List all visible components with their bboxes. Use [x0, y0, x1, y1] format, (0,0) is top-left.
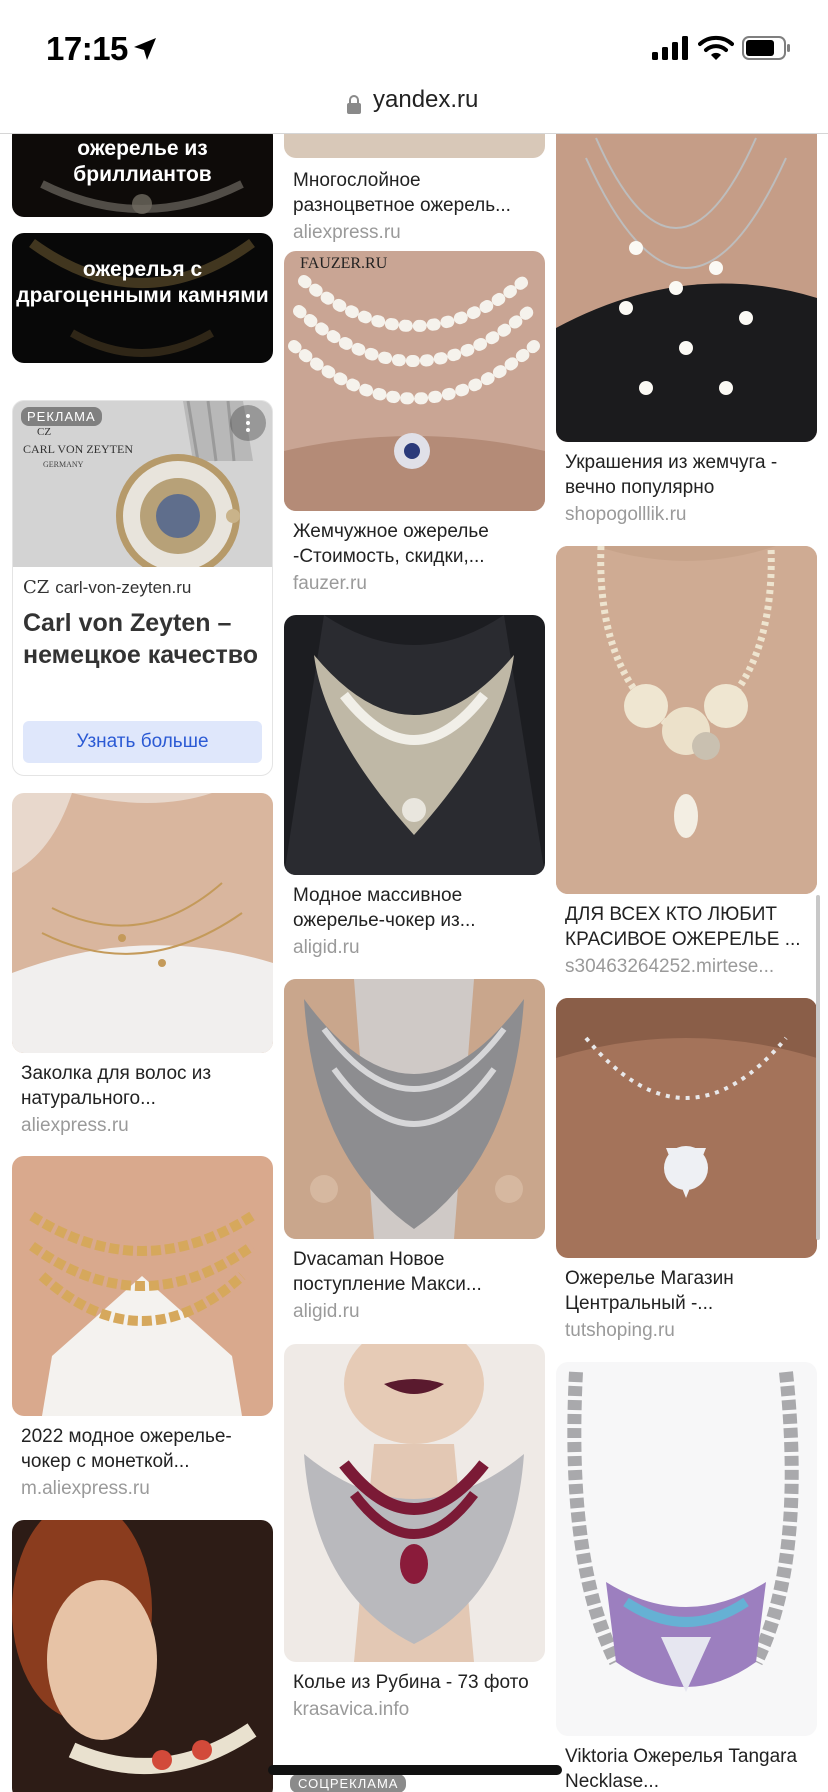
- status-bar: 17:15: [0, 0, 828, 84]
- battery-icon: [742, 36, 790, 60]
- result-image: [556, 134, 817, 442]
- brand-logo-icon: CZ: [23, 577, 50, 598]
- result-domain[interactable]: krasavica.info: [293, 1697, 539, 1722]
- cellular-signal-icon: [652, 36, 688, 60]
- result-caption: ДЛЯ ВСЕХ КТО ЛЮБИТ КРАСИВОЕ ОЖЕРЕЛЬЕ ...…: [565, 902, 811, 979]
- result-title[interactable]: 2022 модное ожерелье-чокер с монеткой...: [21, 1424, 267, 1474]
- result-domain[interactable]: m.aliexpress.ru: [21, 1476, 267, 1501]
- more-options-button[interactable]: [230, 405, 266, 441]
- result-title[interactable]: Ожерелье Магазин Центральный -...: [565, 1266, 811, 1316]
- ad-badge: РЕКЛАМА: [21, 407, 102, 426]
- result-caption: Модное массивное ожерелье-чокер из... al…: [293, 883, 539, 960]
- ad-title[interactable]: Carl von Zeyten – немецкое качество: [23, 607, 263, 671]
- result-domain[interactable]: aliexpress.ru: [293, 220, 539, 245]
- result-image: [12, 1156, 273, 1416]
- result-caption: Украшения из жемчуга - вечно популярно s…: [565, 450, 811, 527]
- result-image: [284, 134, 545, 158]
- result-domain[interactable]: fauzer.ru: [293, 571, 539, 596]
- result-domain[interactable]: shopogolllik.ru: [565, 502, 811, 527]
- status-time: 17:15: [46, 30, 128, 67]
- result-caption: 2022 модное ожерелье-чокер с монеткой...…: [21, 1424, 267, 1501]
- result-domain[interactable]: s30463264252.mirtese...: [565, 954, 811, 979]
- result-domain[interactable]: aliexpress.ru: [21, 1113, 267, 1138]
- result-title[interactable]: Многослойное разноцветное ожерель...: [293, 168, 539, 218]
- result-image: [284, 979, 545, 1239]
- image-watermark: FAUZER.RU: [300, 255, 388, 272]
- result-image: [284, 251, 545, 511]
- result-caption: Ожерелье Магазин Центральный -... tutsho…: [565, 1266, 811, 1343]
- svg-text:CZ: CZ: [37, 426, 51, 438]
- result-domain[interactable]: tutshoping.ru: [565, 1318, 811, 1343]
- result-image: [284, 615, 545, 875]
- result-title[interactable]: ДЛЯ ВСЕХ КТО ЛЮБИТ КРАСИВОЕ ОЖЕРЕЛЬЕ ...: [565, 902, 811, 952]
- result-image: [556, 546, 817, 894]
- ad-domain[interactable]: CZ carl-von-zeyten.ru: [23, 577, 191, 598]
- result-image: [556, 1362, 817, 1736]
- tile-label: ожерелья с драгоценными камнями: [16, 258, 269, 307]
- ad-card[interactable]: CZ CARL VON ZEYTEN GERMANY РЕКЛАМА CZ car…: [12, 400, 273, 776]
- result-caption: Заколка для волос из натурального... ali…: [21, 1061, 267, 1138]
- result-image: [556, 998, 817, 1258]
- image-results-feed: ожерелье из бриллиантов ожерелья с драго…: [0, 134, 828, 1792]
- result-caption: Dvacaman Новое поступление Макси... alig…: [293, 1247, 539, 1324]
- home-indicator[interactable]: [268, 1765, 562, 1775]
- result-caption: Viktoria Ожерелья Tangara Necklase...: [565, 1744, 811, 1792]
- result-image: [12, 1520, 273, 1792]
- lock-icon: [347, 95, 361, 114]
- result-domain[interactable]: aligid.ru: [293, 1299, 539, 1324]
- scrollbar[interactable]: [816, 895, 820, 1240]
- wifi-icon: [698, 35, 734, 60]
- svg-text:GERMANY: GERMANY: [43, 460, 84, 469]
- result-caption: Многослойное разноцветное ожерель... ali…: [293, 168, 539, 245]
- result-image: [284, 1344, 545, 1662]
- learn-more-button[interactable]: Узнать больше: [23, 721, 262, 763]
- result-title[interactable]: Жемчужное ожерелье -Стоимость, скидки,..…: [293, 519, 539, 569]
- tile-label: ожерелье из бриллиантов: [73, 137, 212, 186]
- result-title[interactable]: Колье из Рубина - 73 фото: [293, 1670, 539, 1695]
- svg-text:CARL VON ZEYTEN: CARL VON ZEYTEN: [23, 442, 133, 456]
- result-caption: Жемчужное ожерелье -Стоимость, скидки,..…: [293, 519, 539, 596]
- result-image: [12, 793, 273, 1053]
- location-arrow-icon: [134, 38, 156, 60]
- result-domain[interactable]: aligid.ru: [293, 935, 539, 960]
- url-text[interactable]: yandex.ru: [373, 86, 478, 114]
- result-title[interactable]: Модное массивное ожерелье-чокер из...: [293, 883, 539, 933]
- result-title[interactable]: Заколка для волос из натурального...: [21, 1061, 267, 1111]
- result-title[interactable]: Украшения из жемчуга - вечно популярно: [565, 450, 811, 500]
- social-ad-badge: СОЦРЕКЛАМА: [290, 1774, 407, 1792]
- result-caption: Колье из Рубина - 73 фото krasavica.info: [293, 1670, 539, 1722]
- result-title[interactable]: Viktoria Ожерелья Tangara Necklase...: [565, 1744, 811, 1792]
- result-title[interactable]: Dvacaman Новое поступление Макси...: [293, 1247, 539, 1297]
- address-bar[interactable]: yandex.ru: [0, 84, 828, 134]
